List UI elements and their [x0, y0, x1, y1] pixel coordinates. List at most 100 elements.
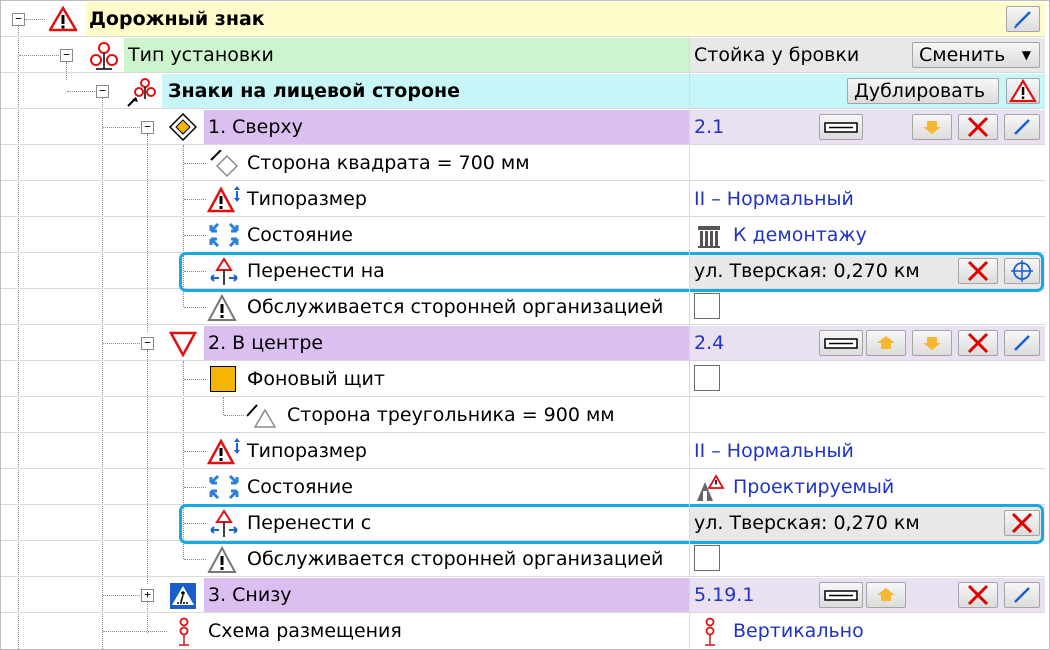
square-side-icon — [210, 150, 239, 178]
pencil-icon — [1014, 587, 1030, 603]
sign-1-side-label: Сторона квадрата = 700 мм — [247, 152, 530, 174]
pencil-icon — [1014, 11, 1031, 29]
change-button[interactable]: Сменить ▼ — [912, 42, 1040, 68]
change-button-label: Сменить — [919, 44, 1006, 66]
layout-scheme-value[interactable]: Вертикально — [733, 613, 864, 649]
sign-1-state-value[interactable]: К демонтажу — [733, 217, 867, 253]
dismantle-icon — [698, 226, 720, 248]
size-icon — [207, 438, 240, 465]
delete-x-icon — [967, 116, 989, 138]
tree-row-sign-2-size[interactable]: Типоразмер II – Нормальный — [1, 433, 1045, 469]
collapse-toggle[interactable]: − — [141, 337, 154, 350]
edit-button[interactable] — [1006, 6, 1040, 32]
background-shield-icon — [210, 366, 236, 392]
sign-3-label: 3. Снизу — [208, 584, 292, 606]
move-down-button[interactable] — [912, 330, 952, 356]
arrow-up-icon — [877, 336, 895, 349]
delete-x-icon — [967, 332, 989, 354]
delete-button[interactable] — [958, 582, 998, 608]
arrow-down-icon — [923, 337, 941, 350]
delete-button[interactable] — [958, 330, 998, 356]
column-separator — [689, 37, 690, 649]
move-up-button[interactable] — [866, 582, 906, 608]
delete-button[interactable] — [958, 114, 998, 140]
tree-row-signs-front[interactable]: − Знаки на лицевой стороне Дублировать — [1, 73, 1045, 109]
size-icon — [207, 186, 240, 213]
serviced-checkbox[interactable] — [694, 545, 720, 571]
collapse-toggle[interactable]: − — [141, 121, 154, 134]
tree-row-sign-1[interactable]: − 1. Сверху 2.1 — [1, 109, 1045, 145]
sign-2-state-value[interactable]: Проектируемый — [733, 469, 894, 505]
tree-row-sign-2-serviced[interactable]: Обслуживается сторонней организацией — [1, 541, 1045, 577]
edit-button[interactable] — [1004, 582, 1040, 608]
priority-road-sign-icon — [169, 113, 197, 141]
layout-scheme-label: Схема размещения — [208, 620, 402, 642]
ruler-icon — [824, 590, 858, 601]
tree-row-sign-2-state[interactable]: Состояние Проектируемый — [1, 469, 1045, 505]
row-highlight — [179, 504, 1044, 544]
duplicate-button-label: Дублировать — [854, 80, 986, 102]
sign-3-code[interactable]: 5.19.1 — [694, 577, 754, 613]
sign-2-serviced-label: Обслуживается сторонней организацией — [247, 548, 664, 570]
tree-row-sign-2-background[interactable]: Фоновый щит — [1, 361, 1045, 397]
vertical-layout-icon — [705, 617, 715, 646]
serviced-checkbox[interactable] — [694, 293, 720, 319]
sign-size-button[interactable] — [819, 330, 863, 356]
sign-2-size-value[interactable]: II – Нормальный — [694, 433, 854, 469]
collapse-toggle[interactable]: − — [12, 13, 25, 26]
collapse-toggle[interactable]: − — [60, 49, 73, 62]
delete-x-icon — [967, 584, 989, 606]
planned-icon — [697, 474, 725, 501]
install-type-label: Тип установки — [128, 44, 274, 66]
sign-2-size-label: Типоразмер — [247, 440, 367, 462]
tree-row-sign-3[interactable]: + 3. Снизу 5.19.1 — [1, 577, 1045, 613]
sign-size-button[interactable] — [819, 582, 863, 608]
property-tree: − Дорожный знак − Тип установки Стойка у… — [0, 0, 1050, 650]
add-sign-button[interactable] — [1006, 78, 1040, 104]
collapse-toggle[interactable]: − — [96, 85, 109, 98]
tree-row-sign-1-size[interactable]: Типоразмер II – Нормальный — [1, 181, 1045, 217]
sign-group-icon — [127, 78, 156, 107]
tree-row-sign-1-side: Сторона квадрата = 700 мм — [1, 145, 1045, 181]
chevron-down-icon: ▼ — [1021, 48, 1031, 62]
move-up-button[interactable] — [866, 330, 906, 356]
sign-support-icon — [90, 42, 118, 70]
state-arrows-icon — [209, 222, 239, 248]
move-down-button[interactable] — [912, 114, 952, 140]
row-highlight — [179, 252, 1044, 292]
sign-size-button[interactable] — [819, 114, 863, 140]
sign-2-background-label: Фоновый щит — [247, 368, 385, 390]
ruler-icon — [824, 122, 858, 133]
edit-button[interactable] — [1004, 330, 1040, 356]
tree-row-root[interactable]: − Дорожный знак — [1, 1, 1045, 37]
warning-outline-icon — [207, 546, 237, 573]
state-arrows-icon — [209, 474, 239, 500]
edit-button[interactable] — [1004, 114, 1040, 140]
tree-row-sign-1-state[interactable]: Состояние К демонтажу — [1, 217, 1045, 253]
pencil-icon — [1014, 335, 1030, 351]
tree-row-sign-2[interactable]: − 2. В центре 2.4 — [1, 325, 1045, 361]
triangle-side-icon — [246, 404, 277, 428]
sign-2-side-label: Сторона треугольника = 900 мм — [287, 404, 615, 426]
yield-sign-icon — [169, 331, 197, 357]
sign-1-code[interactable]: 2.1 — [694, 109, 724, 145]
sign-2-code[interactable]: 2.4 — [694, 325, 724, 361]
tree-row-layout-scheme[interactable]: Схема размещения Вертикально — [1, 613, 1045, 649]
tree-row-sign-2-side: Сторона треугольника = 900 мм — [1, 397, 1045, 433]
ruler-icon — [824, 338, 858, 349]
warning-triangle-icon — [49, 6, 77, 32]
background-checkbox[interactable] — [694, 365, 720, 391]
root-label: Дорожный знак — [89, 8, 265, 30]
arrow-up-icon — [877, 588, 895, 601]
tree-row-sign-1-serviced[interactable]: Обслуживается сторонней организацией — [1, 289, 1045, 325]
warning-triangle-icon — [1009, 78, 1037, 103]
warning-outline-icon — [207, 294, 237, 321]
sign-1-size-value[interactable]: II – Нормальный — [694, 181, 854, 217]
tree-row-install-type[interactable]: − Тип установки Стойка у бровки Сменить … — [1, 37, 1045, 73]
arrow-down-icon — [923, 121, 941, 134]
duplicate-button[interactable]: Дублировать — [847, 78, 999, 104]
vertical-layout-icon — [179, 617, 189, 646]
sign-2-label: 2. В центре — [208, 332, 324, 354]
expand-toggle[interactable]: + — [141, 589, 154, 602]
sign-1-serviced-label: Обслуживается сторонней организацией — [247, 296, 664, 318]
